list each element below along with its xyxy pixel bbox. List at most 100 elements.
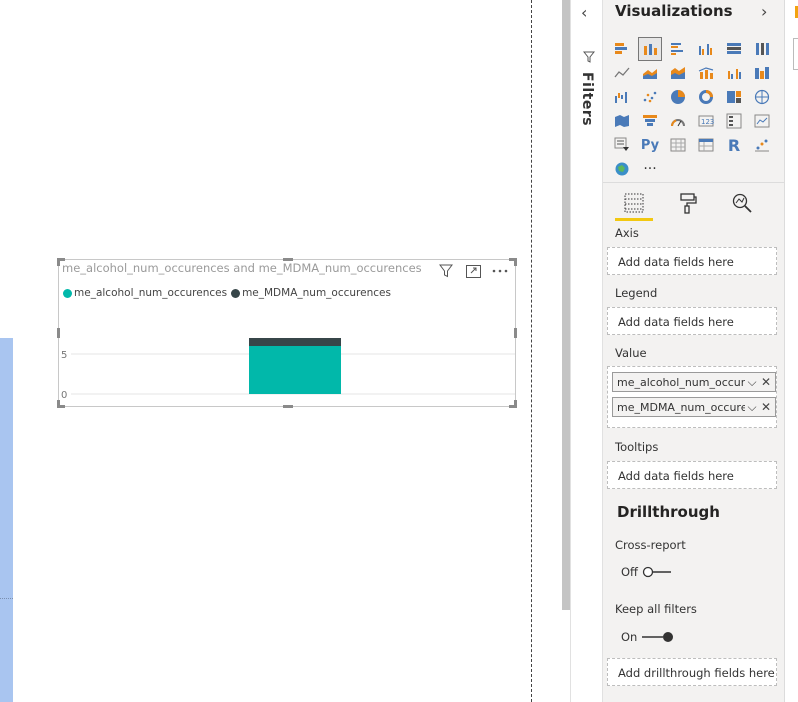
y-tick-label: 0	[61, 390, 67, 401]
legend-item-mdma[interactable]: me_MDMA_num_occurences	[231, 287, 391, 299]
value-section-label: Value	[615, 346, 647, 360]
cross-report-toggle[interactable]: Off	[621, 565, 672, 579]
map-icon[interactable]	[751, 86, 773, 108]
filters-label[interactable]: Filters	[579, 72, 595, 126]
r-visual-icon[interactable]: R	[723, 134, 745, 156]
visualizations-title: Visualizations	[615, 2, 733, 20]
kpi-icon[interactable]	[751, 110, 773, 132]
chart-plot-area: 05	[61, 338, 515, 401]
treemap-icon[interactable]	[723, 86, 745, 108]
drillthrough-title: Drillthrough	[617, 503, 720, 521]
resize-handle-tl-v[interactable]	[57, 258, 60, 266]
area-chart-icon[interactable]	[639, 62, 661, 84]
svg-text:123: 123	[701, 118, 714, 126]
bar-segment-mdma[interactable]	[249, 338, 341, 346]
filled-map-icon[interactable]	[611, 110, 633, 132]
line-and-clustered-column-chart-icon[interactable]	[723, 62, 745, 84]
focus-mode-icon[interactable]	[464, 263, 482, 279]
keep-filters-toggle[interactable]: On	[621, 630, 675, 644]
100-stacked-bar-chart-icon[interactable]	[723, 38, 745, 60]
page-tab-strip	[0, 338, 13, 702]
keep-filters-state: On	[621, 630, 638, 644]
chevron-left-icon[interactable]: ‹	[581, 3, 587, 22]
slicer-icon[interactable]	[611, 134, 633, 156]
page-boundary	[531, 0, 532, 702]
resize-handle-tr-v[interactable]	[514, 258, 517, 266]
line-chart-icon[interactable]	[611, 62, 633, 84]
analytics-magnifier-icon	[732, 193, 752, 213]
drillthrough-drop-well[interactable]: Add drillthrough fields here	[607, 658, 777, 686]
page-tab-divider	[0, 598, 13, 599]
stacked-area-chart-icon[interactable]	[667, 62, 689, 84]
matrix-icon[interactable]	[695, 134, 717, 156]
chevron-right-icon[interactable]: ›	[761, 2, 767, 21]
more-visuals-icon[interactable]: ···	[639, 158, 661, 180]
canvas-margin	[533, 0, 562, 702]
filter-icon[interactable]	[437, 263, 455, 279]
cross-report-label: Cross-report	[615, 538, 686, 552]
100-stacked-column-chart-icon[interactable]	[751, 38, 773, 60]
stacked-bar-chart-icon[interactable]	[611, 38, 633, 60]
legend-dot-mdma	[231, 288, 241, 298]
arcgis-map-icon[interactable]	[611, 158, 633, 180]
legend-item-alcohol[interactable]: me_alcohol_num_occurences	[63, 287, 227, 299]
remove-field-icon[interactable]: ✕	[759, 375, 773, 389]
filters-pane-collapsed: ‹ Filters	[570, 0, 603, 702]
tooltips-drop-well[interactable]: Add data fields here	[607, 461, 777, 489]
chevron-down-icon[interactable]: ⌵	[745, 375, 759, 390]
format-tab[interactable]	[669, 188, 707, 218]
card-icon[interactable]: 123	[695, 110, 717, 132]
more-options-icon[interactable]	[491, 263, 509, 279]
legend-section-label: Legend	[615, 286, 658, 300]
value-field-alcohol[interactable]: me_alcohol_num_occurences ⌵ ✕	[612, 372, 776, 392]
donut-chart-icon[interactable]	[695, 86, 717, 108]
visual-header-tools	[437, 263, 509, 279]
filter-funnel-icon[interactable]	[582, 48, 596, 67]
chart-legend: me_alcohol_num_occurences me_MDMA_num_oc…	[63, 287, 391, 299]
legend-label-alcohol: me_alcohol_num_occurences	[74, 287, 228, 299]
chevron-down-icon[interactable]: ⌵	[745, 400, 759, 415]
analytics-tab[interactable]	[723, 188, 761, 218]
remove-field-icon[interactable]: ✕	[759, 400, 773, 414]
legend-drop-well[interactable]: Add data fields here	[607, 307, 777, 335]
pane-tabs	[615, 188, 761, 221]
gauge-icon[interactable]	[667, 110, 689, 132]
scatter-chart-icon[interactable]	[639, 86, 661, 108]
cross-report-state: Off	[621, 565, 638, 579]
clustered-bar-chart-icon[interactable]	[667, 38, 689, 60]
axis-drop-well[interactable]: Add data fields here	[607, 247, 777, 275]
value-field-mdma-name: me_MDMA_num_occurences	[617, 400, 745, 414]
line-and-stacked-column-chart-icon[interactable]	[695, 62, 717, 84]
ribbon-chart-icon[interactable]	[751, 62, 773, 84]
visualizations-pane: Visualizations › 123 Py R ··· Axis Add d…	[603, 0, 784, 702]
clustered-column-chart-icon[interactable]	[695, 38, 717, 60]
chart-visual[interactable]: me_alcohol_num_occurences and me_MDMA_nu…	[57, 258, 517, 408]
stacked-column-chart-icon[interactable]	[638, 37, 662, 61]
funnel-icon[interactable]	[639, 110, 661, 132]
pie-chart-icon[interactable]	[667, 86, 689, 108]
visual-type-grid: 123 Py R ···	[611, 37, 777, 182]
table-icon[interactable]	[667, 134, 689, 156]
pane-divider	[603, 182, 784, 183]
waterfall-chart-icon[interactable]	[611, 86, 633, 108]
key-influencers-icon[interactable]	[751, 134, 773, 156]
keep-filters-label: Keep all filters	[615, 602, 697, 616]
toggle-off-icon	[642, 566, 671, 578]
canvas-scrollbar[interactable]	[562, 0, 570, 610]
fields-tab[interactable]	[615, 188, 653, 221]
tooltips-label: Tooltips	[615, 440, 659, 454]
multi-row-card-icon[interactable]	[723, 110, 745, 132]
legend-dot-alcohol	[63, 288, 72, 298]
value-field-mdma[interactable]: me_MDMA_num_occurences ⌵ ✕	[612, 397, 776, 417]
y-tick-label: 5	[61, 350, 67, 361]
fields-well-icon	[624, 193, 644, 213]
value-drop-well[interactable]: me_alcohol_num_occurences ⌵ ✕ me_MDMA_nu…	[607, 366, 777, 428]
fields-pane-edge	[784, 0, 798, 702]
value-field-alcohol-name: me_alcohol_num_occurences	[617, 375, 745, 389]
python-visual-icon[interactable]: Py	[639, 134, 661, 156]
app-root: me_alcohol_num_occurences and me_MDMA_nu…	[0, 0, 798, 702]
fields-search-input[interactable]	[793, 38, 798, 70]
bar-segment-alcohol[interactable]	[249, 346, 341, 394]
axis-label: Axis	[615, 226, 639, 240]
visual-title: me_alcohol_num_occurences and me_MDMA_nu…	[62, 261, 422, 275]
